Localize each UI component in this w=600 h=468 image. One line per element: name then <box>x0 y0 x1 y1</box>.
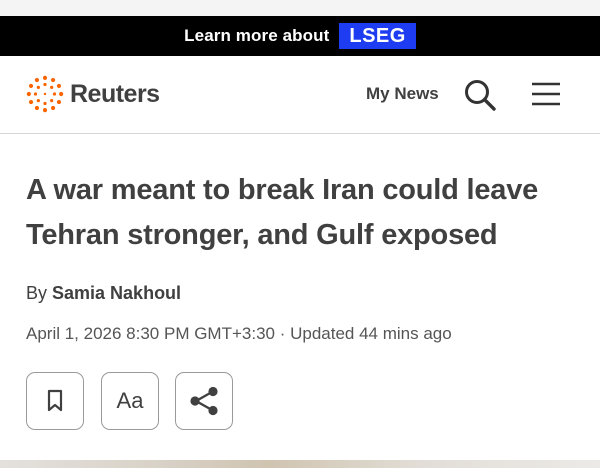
promo-badge: LSEG <box>339 23 416 49</box>
article-headline: A war meant to break Iran could leave Te… <box>26 174 539 251</box>
my-news-link[interactable]: My News <box>366 84 439 104</box>
reuters-logo[interactable]: Reuters <box>26 75 160 113</box>
text-size-icon: Aa <box>116 388 144 413</box>
menu-icon[interactable] <box>531 81 561 107</box>
share-button[interactable] <box>175 372 233 430</box>
share-icon <box>190 386 218 416</box>
reuters-logo-icon <box>26 75 64 113</box>
promo-banner[interactable]: Learn more about LSEG <box>0 16 600 56</box>
bookmark-icon <box>47 389 63 412</box>
promo-text: Learn more about <box>184 26 330 45</box>
brand-name: Reuters <box>70 79 160 108</box>
site-header: Reuters My News <box>0 56 600 134</box>
bookmark-button[interactable] <box>26 372 84 430</box>
article-dateline: April 1, 2026 8:30 PM GMT+3:30 · Updated… <box>26 324 452 343</box>
text-size-button[interactable]: Aa <box>101 372 159 430</box>
search-icon[interactable] <box>463 78 497 112</box>
author-link[interactable]: Samia Nakhoul <box>52 283 181 303</box>
hero-image-edge <box>0 460 600 468</box>
byline: By Samia Nakhoul <box>26 283 181 304</box>
byline-prefix: By <box>26 283 53 303</box>
status-strip <box>0 0 600 16</box>
